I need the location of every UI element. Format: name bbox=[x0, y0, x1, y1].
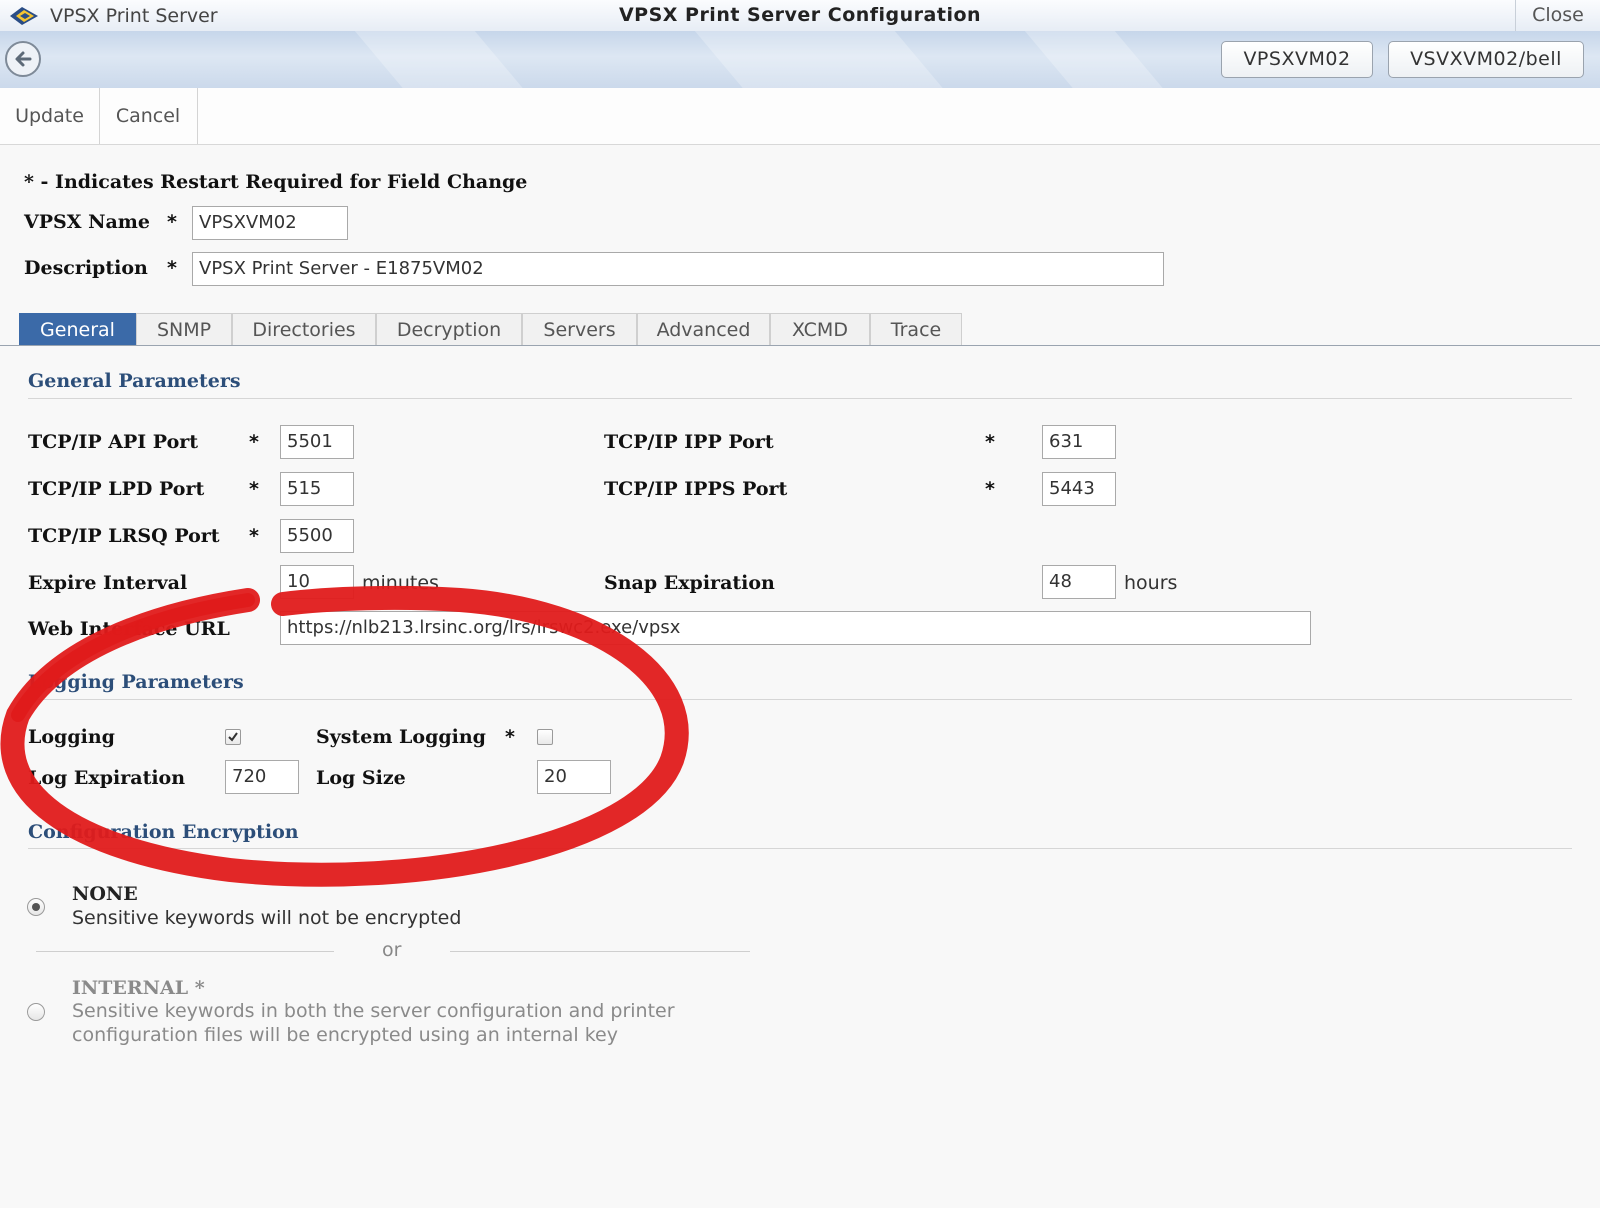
vpsx-name-input[interactable]: VPSXVM02 bbox=[192, 206, 348, 240]
expire-interval-label: Expire Interval bbox=[28, 572, 188, 594]
tab-xcmd[interactable]: XCMD bbox=[770, 313, 870, 346]
system-logging-checkbox[interactable] bbox=[537, 729, 553, 745]
update-button[interactable]: Update bbox=[0, 88, 100, 144]
ipps-port-label: TCP/IP IPPS Port bbox=[604, 478, 788, 500]
required-star: * bbox=[505, 726, 515, 748]
configuration-encryption-title: Configuration Encryption bbox=[28, 821, 299, 843]
expire-interval-input[interactable]: 10 bbox=[280, 565, 354, 599]
toolbar: Update Cancel bbox=[0, 88, 1600, 145]
required-star: * bbox=[167, 257, 177, 279]
lrsq-port-input[interactable]: 5500 bbox=[280, 519, 354, 553]
snap-expiration-label: Snap Expiration bbox=[604, 572, 775, 594]
hours-unit: hours bbox=[1124, 572, 1178, 594]
encryption-none-title: NONE bbox=[72, 883, 138, 905]
back-button[interactable] bbox=[5, 41, 41, 77]
user-button[interactable]: VSVXVM02/bell bbox=[1388, 41, 1584, 78]
or-divider-left bbox=[36, 951, 334, 952]
tab-general[interactable]: General bbox=[19, 313, 136, 346]
lrsq-port-label: TCP/IP LRSQ Port bbox=[28, 525, 220, 547]
required-star: * bbox=[249, 525, 259, 547]
close-button[interactable]: Close bbox=[1515, 0, 1600, 31]
decorative-shape bbox=[354, 31, 526, 88]
or-separator: or bbox=[382, 939, 402, 961]
section-divider bbox=[28, 699, 1572, 700]
tab-servers[interactable]: Servers bbox=[522, 313, 637, 346]
log-expiration-input[interactable]: 720 bbox=[225, 760, 299, 794]
log-size-input[interactable]: 20 bbox=[537, 760, 611, 794]
restart-note: * - Indicates Restart Required for Field… bbox=[24, 171, 528, 193]
api-port-input[interactable]: 5501 bbox=[280, 425, 354, 459]
vpsx-name-label: VPSX Name bbox=[24, 211, 150, 233]
checkmark-icon bbox=[228, 732, 238, 742]
required-star: * bbox=[249, 478, 259, 500]
snap-expiration-input[interactable]: 48 bbox=[1042, 565, 1116, 599]
logging-checkbox[interactable] bbox=[225, 729, 241, 745]
required-star: * bbox=[985, 478, 995, 500]
description-label: Description bbox=[24, 257, 148, 279]
encryption-internal-description-line2: configuration files will be encrypted us… bbox=[72, 1024, 618, 1046]
minutes-unit: minutes bbox=[362, 572, 439, 594]
system-logging-label: System Logging bbox=[316, 726, 486, 748]
tab-decryption[interactable]: Decryption bbox=[376, 313, 522, 346]
ipps-port-input[interactable]: 5443 bbox=[1042, 472, 1116, 506]
tab-trace[interactable]: Trace bbox=[870, 313, 962, 346]
required-star: * bbox=[985, 431, 995, 453]
title-bar: VPSX Print Server VPSX Print Server Conf… bbox=[0, 0, 1600, 32]
cancel-button[interactable]: Cancel bbox=[99, 88, 198, 144]
or-divider-right bbox=[450, 951, 750, 952]
tab-directories[interactable]: Directories bbox=[232, 313, 376, 346]
log-size-label: Log Size bbox=[316, 767, 406, 789]
lpd-port-input[interactable]: 515 bbox=[280, 472, 354, 506]
encryption-none-radio[interactable] bbox=[27, 898, 45, 916]
lpd-port-label: TCP/IP LPD Port bbox=[28, 478, 205, 500]
web-url-label: Web Interface URL bbox=[28, 618, 230, 640]
encryption-internal-title: INTERNAL * bbox=[72, 977, 205, 999]
description-input[interactable]: VPSX Print Server - E1875VM02 bbox=[192, 252, 1164, 286]
tab-snmp[interactable]: SNMP bbox=[136, 313, 232, 346]
encryption-internal-radio[interactable] bbox=[27, 1003, 45, 1021]
encryption-none-description: Sensitive keywords will not be encrypted bbox=[72, 907, 462, 929]
window-title: VPSX Print Server Configuration bbox=[618, 4, 982, 26]
required-star: * bbox=[249, 431, 259, 453]
required-star: * bbox=[167, 211, 177, 233]
section-divider bbox=[28, 848, 1572, 849]
encryption-internal-description-line1: Sensitive keywords in both the server co… bbox=[72, 1000, 675, 1022]
general-parameters-title: General Parameters bbox=[28, 370, 241, 392]
ipp-port-label: TCP/IP IPP Port bbox=[604, 431, 774, 453]
web-url-input[interactable]: https://nlb213.lrsinc.org/lrs/lrswc2.exe… bbox=[280, 611, 1311, 645]
decorative-shape bbox=[694, 31, 946, 88]
decorative-shape bbox=[1024, 31, 1166, 88]
logging-label: Logging bbox=[28, 726, 115, 748]
log-expiration-label: Log Expiration bbox=[28, 767, 186, 789]
tab-divider bbox=[0, 345, 1600, 346]
navigation-bar: VPSXVM02 VSVXVM02/bell bbox=[0, 31, 1600, 89]
logging-parameters-title: Logging Parameters bbox=[28, 671, 244, 693]
api-port-label: TCP/IP API Port bbox=[28, 431, 199, 453]
tab-advanced[interactable]: Advanced bbox=[637, 313, 770, 346]
ipp-port-input[interactable]: 631 bbox=[1042, 425, 1116, 459]
radio-selected-dot bbox=[32, 903, 40, 911]
arrow-left-icon bbox=[15, 51, 32, 67]
section-divider bbox=[28, 398, 1572, 399]
server-button[interactable]: VPSXVM02 bbox=[1221, 41, 1373, 78]
